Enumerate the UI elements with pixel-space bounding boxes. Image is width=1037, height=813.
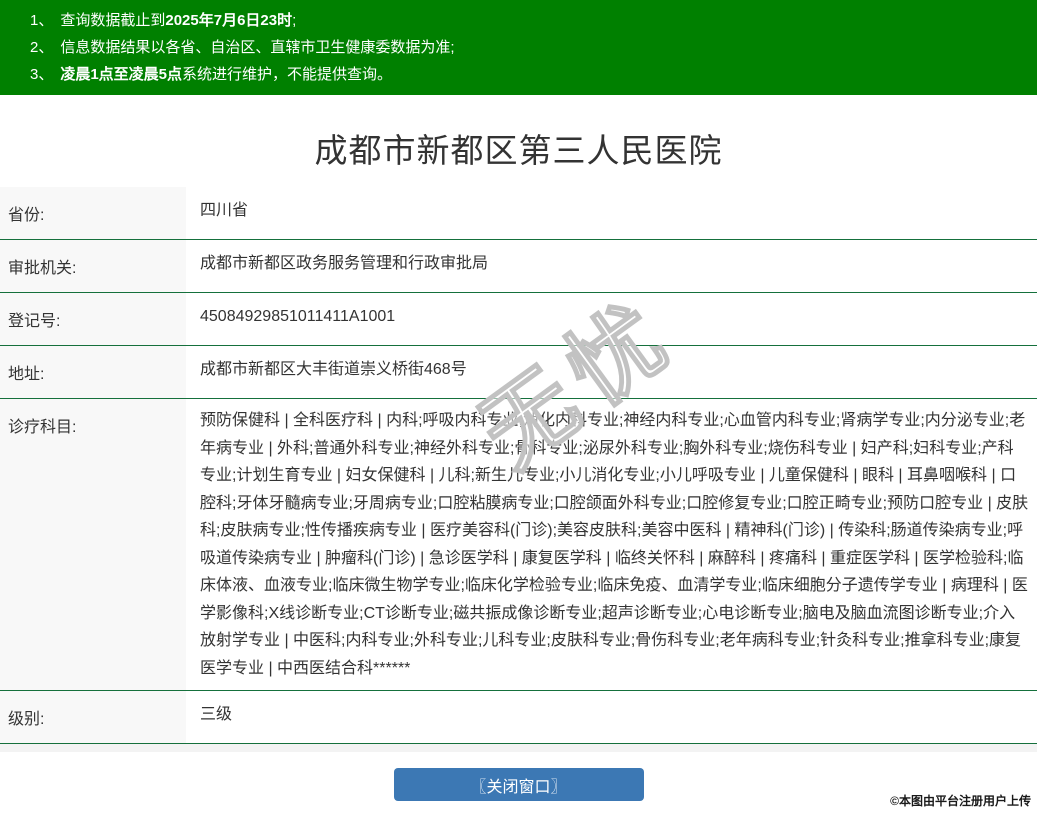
notice-item-2: 2、信息数据结果以各省、自治区、直辖市卫生健康委数据为准; <box>30 34 1027 61</box>
notice-item-1: 1、查询数据截止到2025年7月6日23时; <box>30 7 1027 34</box>
notice-number: 2、 <box>30 39 53 56</box>
table-row-medical-subjects: 诊疗科目: 预防保健科 | 全科医疗科 | 内科;呼吸内科专业;消化内科专业;神… <box>0 399 1037 691</box>
notice-number: 1、 <box>30 12 53 29</box>
row-label: 省份: <box>0 187 186 240</box>
row-value: 45084929851011411A1001 <box>186 293 1037 346</box>
notice-text: 信息数据结果以各省、自治区、直辖市卫生健康委数据为准; <box>60 39 454 56</box>
notice-number: 3、 <box>30 66 53 83</box>
row-value: 成都市新都区政务服务管理和行政审批局 <box>186 240 1037 293</box>
notice-text: 查询数据截止到 <box>60 12 165 29</box>
row-label: 地址: <box>0 346 186 399</box>
table-row-registration-number: 登记号: 45084929851011411A1001 <box>0 293 1037 346</box>
button-row: 〖关闭窗口〗 <box>0 768 1037 801</box>
notice-bar: 1、查询数据截止到2025年7月6日23时; 2、信息数据结果以各省、自治区、直… <box>0 0 1037 95</box>
row-label: 诊疗科目: <box>0 399 186 691</box>
notice-item-3: 3、凌晨1点至凌晨5点系统进行维护，不能提供查询。 <box>30 61 1027 88</box>
row-label: 审批机关: <box>0 240 186 293</box>
table-row-level: 级别: 三级 <box>0 691 1037 744</box>
table-row-address: 地址: 成都市新都区大丰街道崇义桥街468号 <box>0 346 1037 399</box>
table-row-approval-authority: 审批机关: 成都市新都区政务服务管理和行政审批局 <box>0 240 1037 293</box>
notice-text-bold: 2025年7月6日23时 <box>165 12 292 29</box>
row-label: 级别: <box>0 691 186 744</box>
hospital-name-title: 成都市新都区第三人民医院 <box>0 95 1037 171</box>
upload-credit-text: ©本图由平台注册用户上传 <box>890 792 1031 809</box>
table-bottom-strip <box>0 744 1037 752</box>
row-value: 三级 <box>186 691 1037 744</box>
row-value: 预防保健科 | 全科医疗科 | 内科;呼吸内科专业;消化内科专业;神经内科专业;… <box>186 399 1037 691</box>
row-value: 四川省 <box>186 187 1037 240</box>
notice-text: ; <box>292 12 296 29</box>
table-row-province: 省份: 四川省 <box>0 187 1037 240</box>
row-label: 登记号: <box>0 293 186 346</box>
hospital-info-table: 省份: 四川省 审批机关: 成都市新都区政务服务管理和行政审批局 登记号: 45… <box>0 187 1037 744</box>
close-window-button[interactable]: 〖关闭窗口〗 <box>394 768 644 801</box>
notice-text-bold: 凌晨1点至凌晨5点 <box>60 66 182 83</box>
row-value: 成都市新都区大丰街道崇义桥街468号 <box>186 346 1037 399</box>
notice-text: 系统进行维护，不能提供查询。 <box>182 66 392 83</box>
